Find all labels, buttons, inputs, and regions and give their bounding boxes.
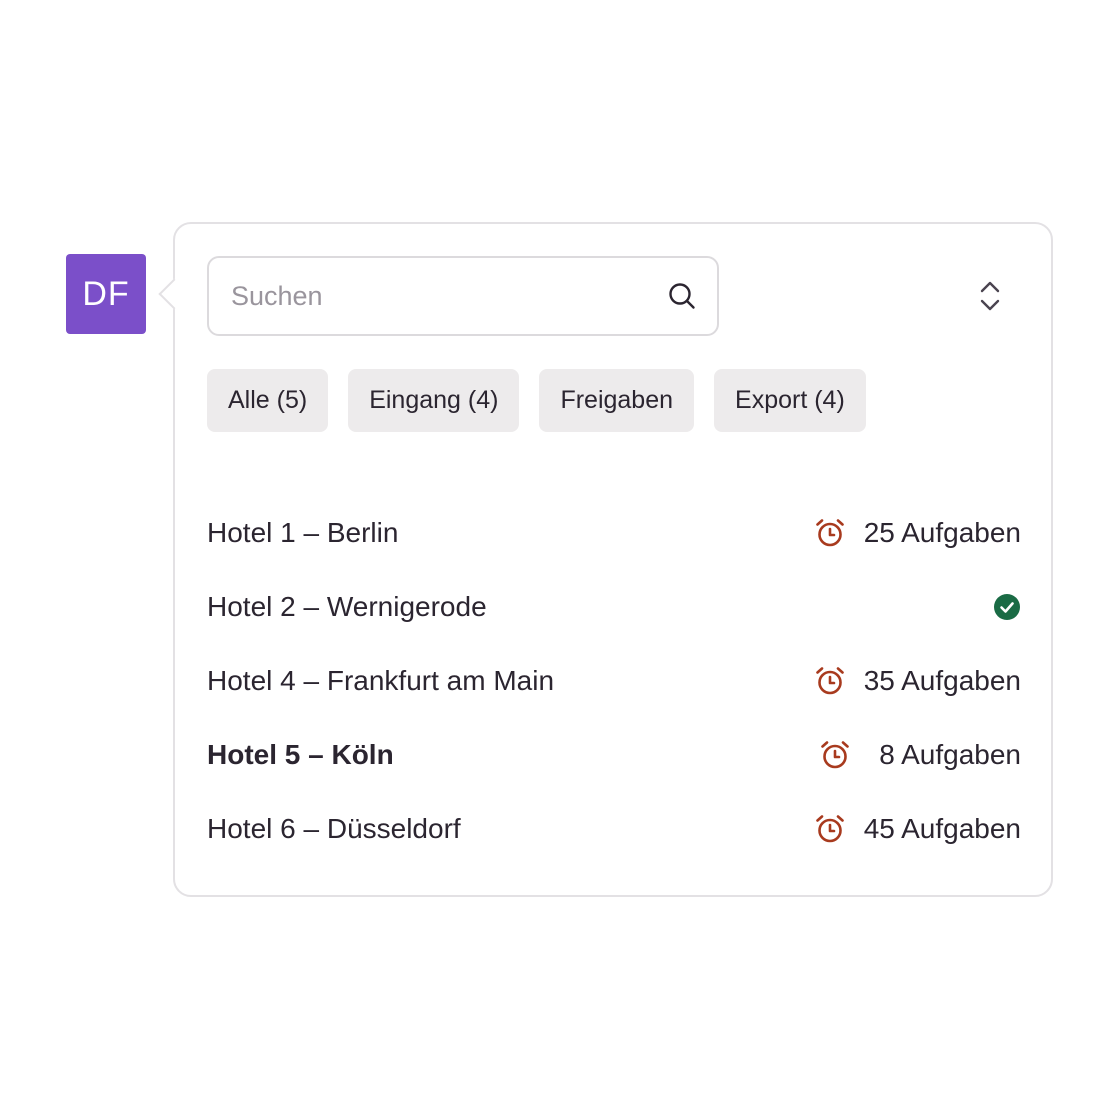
panel-pointer [158, 278, 190, 310]
filter-chips: Alle (5) Eingang (4) Freigaben Export (4… [207, 369, 866, 432]
check-circle-icon [994, 594, 1020, 620]
alarm-clock-icon [815, 667, 844, 695]
task-count: 45 Aufgaben [863, 813, 1021, 844]
task-count: 25 Aufgaben [863, 517, 1021, 548]
search-input[interactable] [229, 279, 667, 313]
hotel-panel: Alle (5) Eingang (4) Freigaben Export (4… [158, 222, 1053, 897]
alarm-clock-icon [821, 741, 849, 769]
task-status [993, 593, 1021, 621]
filter-chip-export[interactable]: Export (4) [714, 369, 866, 432]
hotel-name: Hotel 6 – Düsseldorf [207, 813, 461, 844]
filter-chip-freigaben[interactable]: Freigaben [539, 369, 695, 432]
hotel-name: Hotel 4 – Frankfurt am Main [207, 665, 555, 696]
hotel-name: Hotel 2 – Wernigerode [207, 591, 487, 622]
search-icon[interactable] [667, 281, 697, 311]
search-box[interactable] [207, 256, 719, 336]
task-status: 8 Aufgaben [819, 739, 1021, 771]
task-status: 45 Aufgaben [814, 813, 1021, 845]
list-item[interactable]: Hotel 6 – Düsseldorf 45 Aufgaben [207, 792, 1021, 866]
list-item[interactable]: Hotel 4 – Frankfurt am Main 35 Aufgaben [207, 644, 1021, 718]
hotel-name: Hotel 5 – Köln [207, 739, 394, 770]
chevron-up-down-icon [980, 281, 1000, 311]
avatar[interactable]: DF [66, 254, 146, 334]
filter-chip-alle[interactable]: Alle (5) [207, 369, 329, 432]
task-count: 35 Aufgaben [863, 665, 1021, 696]
alarm-clock-icon [815, 519, 844, 547]
filter-chip-eingang[interactable]: Eingang (4) [348, 369, 520, 432]
hotel-list: Hotel 1 – Berlin 25 Aufgaben Hotel 2 – W… [207, 496, 1021, 866]
hotel-name: Hotel 1 – Berlin [207, 517, 399, 548]
list-item[interactable]: Hotel 5 – Köln 8 Aufgaben [207, 718, 1021, 792]
alarm-clock-icon [815, 815, 844, 843]
list-item[interactable]: Hotel 1 – Berlin 25 Aufgaben [207, 496, 1021, 570]
list-item[interactable]: Hotel 2 – Wernigerode [207, 570, 1021, 644]
avatar-initials: DF [82, 274, 130, 313]
sort-toggle-button[interactable] [975, 276, 1005, 316]
task-status: 25 Aufgaben [814, 517, 1021, 549]
task-count: 8 Aufgaben [879, 739, 1021, 770]
task-status: 35 Aufgaben [814, 665, 1021, 697]
